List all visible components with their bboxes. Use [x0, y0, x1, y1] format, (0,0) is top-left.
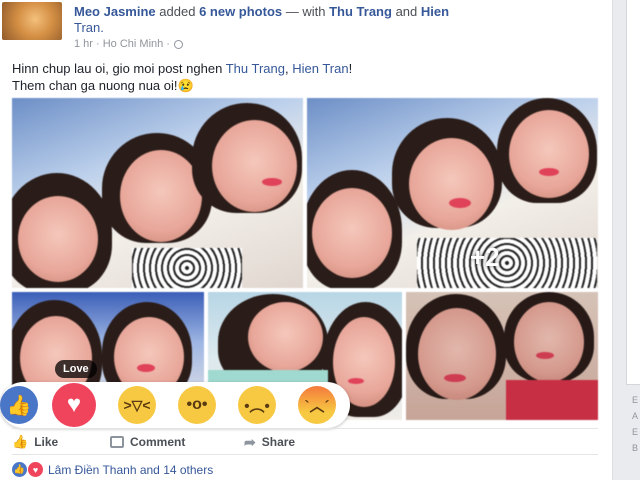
like-reaction-button[interactable]: 👍: [0, 386, 38, 424]
author-name[interactable]: Meo Jasmine: [74, 4, 156, 19]
sidebar-letter: E: [632, 427, 639, 437]
post-actions: 👍 Like Comment ➦ Share: [12, 432, 598, 452]
photo-5[interactable]: [406, 292, 598, 420]
reaction-summary[interactable]: 👍 ♥ Lâm Điền Thanh and 14 others: [12, 461, 213, 478]
photo-grid: [12, 98, 598, 420]
photo-clothing: [417, 238, 597, 288]
post-caption: Hinn chup lau oi, gio moi post nghen Thu…: [12, 60, 352, 94]
post-timestamp[interactable]: 1 hr · Ho Chi Minh ·: [74, 38, 170, 50]
sidebar-letter: E: [632, 395, 639, 405]
love-summary-icon: ♥: [27, 461, 44, 478]
more-photos-count[interactable]: +2: [470, 242, 500, 273]
share-label: Share: [261, 435, 296, 449]
share-action-button[interactable]: ➦ Share: [244, 432, 295, 452]
caption-separator: ,: [284, 61, 289, 76]
love-icon: ♥: [66, 391, 82, 418]
caption-exclaim: !: [348, 61, 353, 76]
sidebar-letter: B: [632, 443, 639, 453]
like-action-button[interactable]: 👍 Like: [12, 432, 110, 452]
globe-icon: [173, 39, 183, 49]
photo-dim-overlay: [406, 292, 598, 420]
sad-reaction-button[interactable]: •︵•: [238, 386, 276, 424]
photo-subject-face: [212, 120, 297, 212]
actions-divider-top: [12, 428, 598, 429]
comment-icon: [110, 436, 124, 448]
photo-subject-lips: [262, 178, 282, 186]
like-label: Like: [34, 435, 59, 449]
post-header: Meo Jasmine added 6 new photos — with Th…: [74, 4, 449, 19]
photo-1[interactable]: [12, 98, 303, 288]
share-icon: ➦: [244, 433, 256, 450]
like-summary-icon: 👍: [12, 462, 27, 477]
comment-action-button[interactable]: Comment: [110, 432, 244, 452]
photo-subject-face: [18, 196, 98, 282]
tagged-user-hien-tran-continued[interactable]: Tran.: [74, 20, 104, 35]
photo-subject-face: [120, 150, 202, 242]
photo-subject-face: [248, 302, 323, 372]
photo-subject-lips: [137, 364, 155, 372]
photo-subject-face: [509, 110, 589, 198]
angry-icon: `︿´: [304, 397, 330, 415]
photo-subject-lips: [539, 168, 559, 176]
right-sidebar-card: [626, 0, 640, 385]
thumbs-up-icon: 👍: [12, 434, 29, 449]
reaction-summary-text[interactable]: Lâm Điền Thanh and 14 others: [48, 463, 213, 477]
angry-reaction-button[interactable]: `︿´: [298, 386, 336, 424]
reaction-picker: 👍 ♥ >▽< •o• •︵• `︿´: [0, 382, 350, 428]
photo-subject-face: [312, 188, 392, 278]
sad-icon: •︵•: [244, 397, 270, 415]
right-sidebar-text: E A E B: [632, 392, 638, 456]
photo-subject-face: [409, 138, 494, 230]
and-text: and: [395, 4, 418, 19]
reaction-tooltip: Love: [55, 360, 97, 378]
caption-line-2: Them chan ga nuong nua oi!😢: [12, 78, 194, 93]
action-prefix: added: [159, 4, 196, 19]
comment-label: Comment: [130, 435, 186, 449]
wow-reaction-button[interactable]: •o•: [178, 386, 216, 424]
feed-post: Meo Jasmine added 6 new photos — with Th…: [0, 0, 613, 480]
caption-tag-hien-tran[interactable]: Hien Tran: [292, 61, 348, 76]
author-avatar[interactable]: [2, 2, 62, 40]
tagged-user-hien-tran[interactable]: Hien: [421, 4, 449, 19]
with-text: — with: [285, 4, 326, 19]
love-reaction-button[interactable]: ♥: [52, 383, 96, 427]
photo-2[interactable]: [307, 98, 598, 288]
photo-clothing: [132, 248, 242, 288]
haha-reaction-button[interactable]: >▽<: [118, 386, 156, 424]
photo-subject-lips: [449, 198, 471, 208]
sidebar-letter: A: [632, 411, 639, 421]
photo-count-link[interactable]: 6 new photos: [199, 4, 282, 19]
like-icon: 👍: [6, 394, 32, 417]
caption-text: Hinn chup lau oi, gio moi post nghen: [12, 61, 223, 76]
tagged-user-thu-trang[interactable]: Thu Trang: [329, 4, 392, 19]
photo-subject-lips: [348, 378, 364, 384]
haha-icon: >▽<: [123, 396, 151, 413]
caption-tag-thu-trang[interactable]: Thu Trang: [226, 61, 285, 76]
actions-divider-bottom: [12, 454, 598, 455]
post-meta: 1 hr · Ho Chi Minh ·: [74, 38, 183, 50]
wow-icon: •o•: [186, 396, 208, 413]
